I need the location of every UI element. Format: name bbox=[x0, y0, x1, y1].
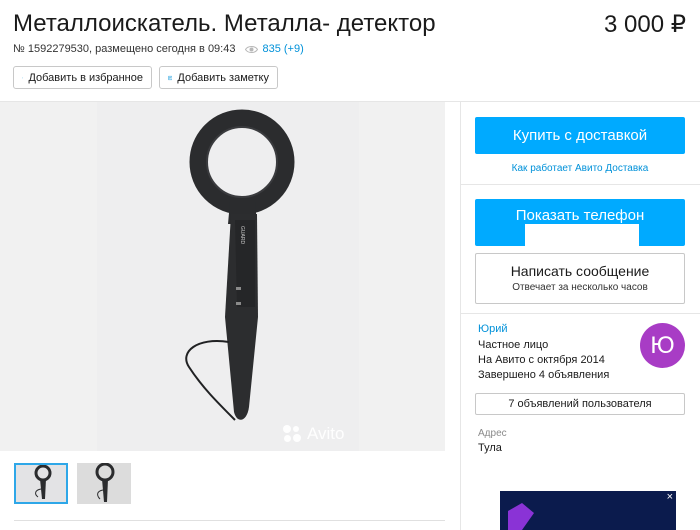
avito-watermark: Avito bbox=[283, 424, 345, 444]
write-message-button[interactable]: Написать сообщение Отвечает за несколько… bbox=[475, 253, 685, 304]
note-icon bbox=[168, 75, 173, 80]
ad-banner[interactable]: × bbox=[500, 491, 676, 530]
listing-title: Металлоискатель. Металла- детектор bbox=[13, 10, 436, 37]
listing-meta: № 1592279530, размещено сегодня в 09:43 … bbox=[13, 43, 304, 55]
add-note-button[interactable]: Добавить заметку bbox=[159, 66, 278, 89]
seller-avatar[interactable]: Ю bbox=[640, 323, 685, 368]
listing-number-date: № 1592279530, размещено сегодня в 09:43 bbox=[13, 43, 236, 55]
thumbnail-image bbox=[77, 463, 131, 504]
views-count: 835 (+9) bbox=[262, 43, 304, 55]
sidebar-separator bbox=[461, 313, 700, 314]
seller-type: Частное лицо bbox=[478, 339, 549, 351]
eye-icon bbox=[245, 45, 259, 53]
sidebar-divider bbox=[460, 102, 461, 530]
add-to-favorites-label: Добавить в избранное bbox=[28, 71, 143, 84]
listing-price: 3 000 ₽ bbox=[604, 11, 686, 38]
seller-completed-ads: Завершено 4 объявления bbox=[478, 369, 610, 381]
ad-banner-graphic bbox=[508, 503, 534, 530]
heart-icon bbox=[22, 76, 24, 79]
avito-logo-icon bbox=[283, 425, 303, 443]
thumbnail-image bbox=[16, 465, 66, 502]
phone-number-mask bbox=[525, 224, 639, 246]
show-phone-label: Показать телефон bbox=[515, 207, 645, 224]
svg-text:GUARD: GUARD bbox=[239, 226, 245, 244]
address-value: Тула bbox=[478, 442, 502, 454]
close-icon[interactable]: × bbox=[667, 491, 673, 503]
seller-name-link[interactable]: Юрий bbox=[478, 323, 508, 335]
seller-since: На Авито с октября 2014 bbox=[478, 354, 605, 366]
gallery-thumbnail[interactable] bbox=[14, 463, 68, 504]
views-counter: 835 (+9) bbox=[245, 43, 304, 55]
add-to-favorites-button[interactable]: Добавить в избранное bbox=[13, 66, 152, 89]
add-note-label: Добавить заметку bbox=[177, 71, 269, 84]
metal-detector-image: GUARD bbox=[185, 109, 295, 421]
avito-watermark-text: Avito bbox=[307, 424, 345, 443]
gallery-thumbnail[interactable] bbox=[77, 463, 131, 504]
buy-with-delivery-button[interactable]: Купить с доставкой bbox=[475, 117, 685, 154]
photo-gallery[interactable]: GUARD bbox=[0, 102, 445, 451]
delivery-info-link[interactable]: Как работает Авито Доставка bbox=[475, 163, 685, 174]
address-label: Адрес bbox=[478, 428, 507, 439]
content-divider bbox=[14, 520, 445, 521]
main-photo[interactable]: GUARD bbox=[97, 102, 359, 451]
seller-ads-button[interactable]: 7 объявлений пользователя bbox=[475, 393, 685, 415]
write-message-label: Написать сообщение bbox=[510, 263, 650, 279]
response-time-label: Отвечает за несколько часов bbox=[512, 282, 648, 293]
sidebar-separator bbox=[461, 184, 700, 185]
